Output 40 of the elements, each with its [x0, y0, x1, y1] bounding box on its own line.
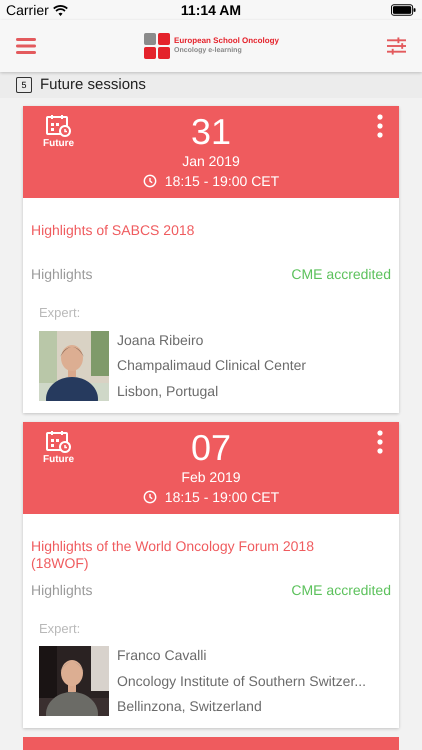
logo-icon	[144, 33, 170, 59]
expert-location: Bellinzona, Switzerland	[117, 698, 263, 715]
calendar-clock-icon	[44, 114, 73, 138]
future-label: Future	[43, 454, 74, 466]
accreditation-label: CME accredited	[291, 580, 391, 600]
category-label: Highlights	[31, 265, 92, 284]
more-icon[interactable]	[377, 430, 383, 454]
clock-time: 11:14 AM	[180, 0, 242, 20]
wifi-icon	[52, 4, 68, 16]
expert-institution: Champalimaud Clinical Center	[117, 357, 306, 374]
category-label: Highlights	[31, 580, 92, 600]
filter-sliders-icon[interactable]	[387, 37, 406, 55]
day-number: 31	[190, 112, 232, 152]
expert-institution: Oncology Institute of Southern Switzer...	[117, 672, 366, 690]
accreditation-label: CME accredited	[291, 265, 391, 284]
session-time: 18:15 - 19:00 CET	[164, 488, 280, 506]
month-year: Jan 2019	[182, 152, 240, 170]
battery-icon	[391, 4, 416, 16]
session-title[interactable]: Highlights of the World Oncology Forum 2018 (18WOF)	[31, 538, 391, 572]
session-title[interactable]: Highlights of SABCS 2018	[31, 222, 391, 256]
carrier-label: Carrier	[6, 0, 49, 20]
more-icon[interactable]	[377, 114, 383, 138]
section-title: Future sessions	[40, 74, 146, 95]
calendar-icon: 5	[16, 77, 32, 93]
clock-icon	[142, 174, 157, 188]
expert-label: Expert:	[39, 304, 82, 322]
menu-icon[interactable]	[16, 38, 36, 54]
expert-label: Expert:	[39, 620, 82, 638]
brand-name: European School Oncology	[174, 36, 279, 46]
calendar-clock-icon	[44, 430, 73, 454]
day-number: 07	[190, 428, 232, 468]
session-card[interactable]: Future 31 Jan 2019 18:15 - 19:00 CET Highlights of SABCS 2018 Highlights CME accredited Expert: Joana Ribeiro Champalimaud Clinical Center Lisbon, Portugal	[23, 106, 399, 412]
clock-icon	[142, 490, 157, 504]
expert-name: Joana Ribeiro	[117, 332, 204, 348]
month-year: Feb 2019	[181, 468, 241, 486]
expert-location: Lisbon, Portugal	[117, 382, 220, 400]
session-time: 18:15 - 19:00 CET	[164, 172, 280, 190]
future-label: Future	[43, 138, 74, 150]
session-card[interactable]	[23, 422, 399, 728]
expert-name: Franco Cavalli	[117, 647, 208, 664]
